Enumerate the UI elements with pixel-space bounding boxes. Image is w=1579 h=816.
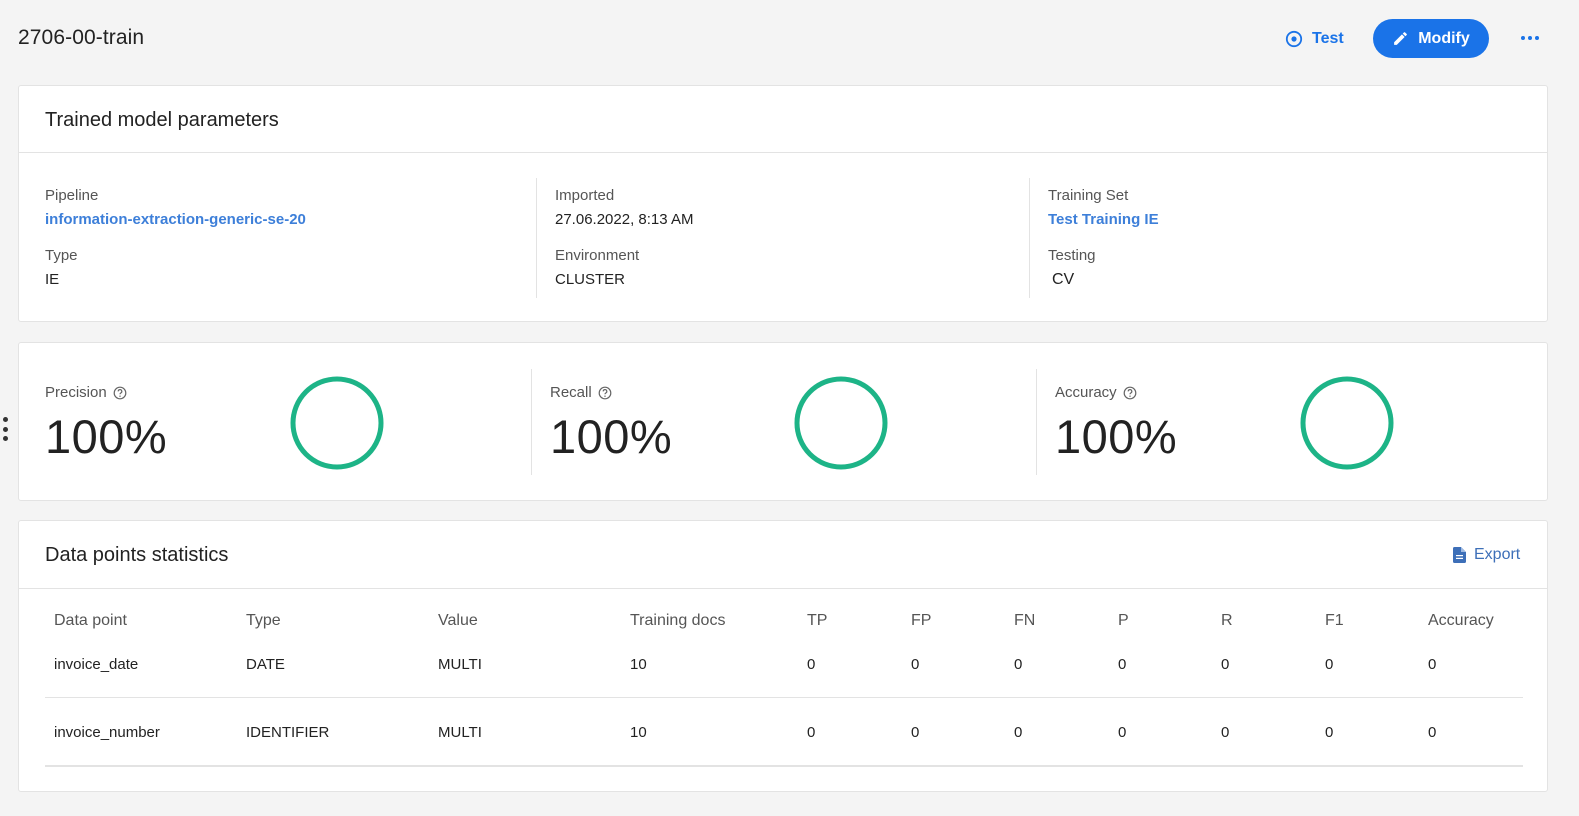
environment-label: Environment (555, 247, 640, 264)
table-cell: 0 (1118, 656, 1127, 673)
pipeline-link[interactable]: information-extraction-generic-se-20 (45, 211, 306, 228)
statistics-title: Data points statistics (45, 544, 229, 566)
pipeline-label: Pipeline (45, 187, 99, 204)
imported-label: Imported (555, 187, 615, 204)
help-icon[interactable] (598, 386, 612, 400)
table-cell: 10 (630, 724, 647, 741)
precision-ring (290, 376, 384, 470)
table-cell: 10 (630, 656, 647, 673)
type-label: Type (45, 247, 78, 264)
recall-label-text: Recall (550, 384, 592, 401)
column-header[interactable]: TP (807, 612, 827, 630)
recall-label: Recall (550, 384, 612, 401)
precision-label-text: Precision (45, 384, 107, 401)
column-header[interactable]: Accuracy (1428, 612, 1494, 630)
accuracy-label: Accuracy (1055, 384, 1137, 401)
column-header[interactable]: P (1118, 612, 1129, 630)
modify-button[interactable]: Modify (1373, 19, 1489, 58)
column-header[interactable]: F1 (1325, 612, 1344, 630)
column-header[interactable]: Value (438, 612, 478, 630)
precision-label: Precision (45, 384, 127, 401)
column-header[interactable]: Data point (54, 612, 127, 630)
testing-label: Testing (1048, 247, 1096, 264)
more-dot-icon (1528, 36, 1532, 40)
card-divider (19, 588, 1547, 589)
table-cell: 0 (1428, 724, 1437, 741)
table-cell: MULTI (438, 724, 482, 741)
imported-value: 27.06.2022, 8:13 AM (555, 211, 694, 228)
test-button[interactable]: Test (1285, 27, 1344, 51)
accuracy-value: 100% (1055, 410, 1178, 463)
table-cell: 0 (1221, 656, 1230, 673)
model-parameters-card: Trained model parameters Pipeline inform… (18, 85, 1548, 322)
help-icon[interactable] (113, 386, 127, 400)
row-divider (45, 697, 1523, 698)
table-cell: 0 (1325, 724, 1334, 741)
drag-dot-icon (2, 436, 8, 441)
column-separator (1036, 369, 1037, 475)
table-cell: MULTI (438, 656, 482, 673)
export-button-label: Export (1474, 546, 1521, 563)
training-set-label: Training Set (1048, 187, 1129, 204)
column-separator (536, 178, 537, 298)
table-cell: 0 (1221, 724, 1230, 741)
page-title: 2706-00-train (18, 26, 145, 49)
recall-ring (794, 376, 888, 470)
column-header[interactable]: Type (246, 612, 281, 630)
table-cell: DATE (246, 656, 285, 673)
parameters-title: Trained model parameters (45, 109, 279, 131)
table-cell: 0 (1118, 724, 1127, 741)
type-value: IE (45, 271, 60, 288)
column-header[interactable]: FP (911, 612, 931, 630)
table-cell: 0 (807, 656, 816, 673)
testing-value: CV (1052, 271, 1075, 288)
table-cell: 0 (1428, 656, 1437, 673)
precision-value: 100% (45, 410, 168, 463)
data-points-statistics-card: Data points statistics Export Data point… (18, 520, 1548, 792)
table-cell: invoice_number (54, 724, 160, 741)
column-separator (531, 369, 532, 475)
column-header[interactable]: R (1221, 612, 1233, 630)
target-icon (1285, 30, 1303, 48)
table-cell: 0 (911, 656, 920, 673)
metrics-card: Precision 100% Recall 100% Accuracy 100% (18, 342, 1548, 501)
export-button[interactable]: Export (1453, 546, 1520, 564)
table-cell: 0 (1325, 656, 1334, 673)
recall-value: 100% (550, 410, 673, 463)
accuracy-label-text: Accuracy (1055, 384, 1117, 401)
table-cell: 0 (1014, 724, 1023, 741)
table-cell: 0 (807, 724, 816, 741)
modify-button-label: Modify (1418, 29, 1470, 47)
page-header: 2706-00-train Test Modify (0, 0, 1579, 76)
drag-dot-icon (2, 426, 8, 432)
more-dot-icon (1535, 36, 1539, 40)
table-cell: IDENTIFIER (246, 724, 330, 741)
table-cell: invoice_date (54, 656, 139, 673)
more-options-button[interactable] (1516, 28, 1544, 48)
training-set-link[interactable]: Test Training IE (1048, 211, 1159, 228)
environment-value: CLUSTER (555, 271, 626, 288)
table-cell: 0 (1014, 656, 1023, 673)
card-divider (19, 152, 1547, 153)
column-header[interactable]: FN (1014, 612, 1035, 630)
accuracy-ring (1300, 376, 1394, 470)
table-cell: 0 (911, 724, 920, 741)
column-separator (1029, 178, 1030, 298)
test-button-label: Test (1312, 30, 1344, 47)
help-icon[interactable] (1123, 386, 1137, 400)
row-divider (45, 765, 1523, 767)
drag-dot-icon (2, 417, 8, 422)
column-header[interactable]: Training docs (630, 612, 725, 630)
pencil-icon (1394, 32, 1408, 45)
document-icon (1453, 547, 1466, 563)
drag-handle[interactable] (2, 417, 8, 441)
more-dot-icon (1521, 36, 1525, 40)
